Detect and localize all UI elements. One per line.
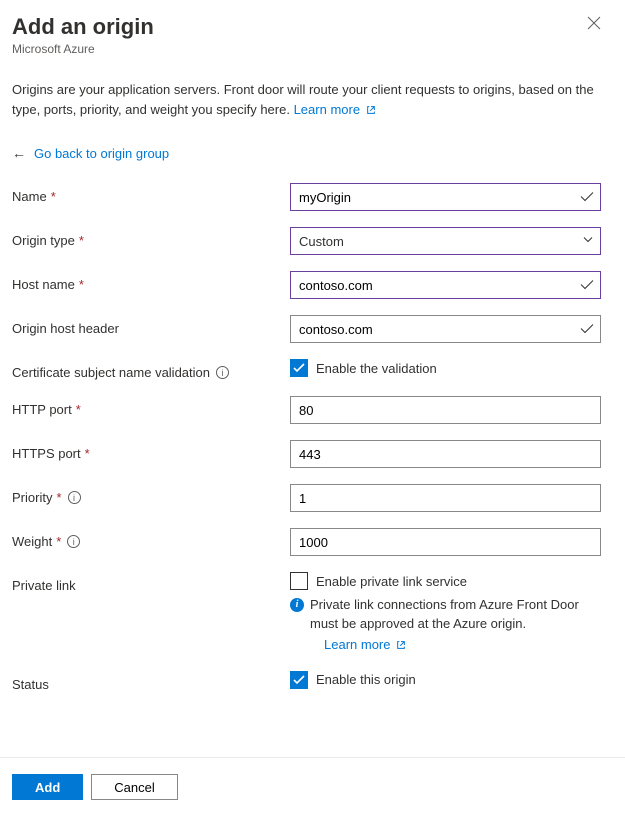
required-indicator: * <box>56 534 61 549</box>
status-checkbox[interactable] <box>290 671 308 689</box>
origin-host-header-input-field[interactable] <box>299 316 570 342</box>
cert-validation-checkbox-label: Enable the validation <box>316 361 437 376</box>
http-port-label: HTTP port <box>12 402 72 417</box>
info-icon[interactable]: i <box>68 491 81 504</box>
back-link[interactable]: ← Go back to origin group <box>12 145 601 161</box>
origin-type-value: Custom <box>299 234 344 249</box>
origin-host-header-label: Origin host header <box>12 321 119 336</box>
info-badge-icon: i <box>290 598 304 612</box>
panel-subtitle: Microsoft Azure <box>12 42 601 56</box>
footer: Add Cancel <box>0 757 625 816</box>
panel-title: Add an origin <box>12 14 154 40</box>
https-port-input-field[interactable] <box>299 441 570 467</box>
weight-label: Weight <box>12 534 52 549</box>
host-name-input-field[interactable] <box>299 272 570 298</box>
required-indicator: * <box>76 402 81 417</box>
status-label: Status <box>12 677 49 692</box>
learn-more-label: Learn more <box>324 637 390 652</box>
private-link-learn-more-link[interactable]: Learn more <box>324 637 406 652</box>
add-button[interactable]: Add <box>12 774 83 800</box>
close-icon <box>587 16 601 30</box>
back-link-label: Go back to origin group <box>34 146 169 161</box>
origin-host-header-input[interactable] <box>290 315 601 343</box>
info-icon[interactable]: i <box>216 366 229 379</box>
name-label: Name <box>12 189 47 204</box>
close-button[interactable] <box>587 14 601 37</box>
cert-validation-label: Certificate subject name validation <box>12 365 210 380</box>
private-link-checkbox-label: Enable private link service <box>316 574 467 589</box>
name-input[interactable] <box>290 183 601 211</box>
host-name-label: Host name <box>12 277 75 292</box>
required-indicator: * <box>79 277 84 292</box>
http-port-input-field[interactable] <box>299 397 570 423</box>
checkmark-icon <box>293 363 305 373</box>
cert-validation-checkbox[interactable] <box>290 359 308 377</box>
weight-input[interactable] <box>290 528 601 556</box>
https-port-input[interactable] <box>290 440 601 468</box>
priority-label: Priority <box>12 490 52 505</box>
required-indicator: * <box>79 233 84 248</box>
private-link-checkbox[interactable] <box>290 572 308 590</box>
priority-input[interactable] <box>290 484 601 512</box>
check-icon <box>580 324 594 334</box>
check-icon <box>580 280 594 290</box>
cancel-button[interactable]: Cancel <box>91 774 177 800</box>
external-link-icon <box>396 640 406 650</box>
required-indicator: * <box>56 490 61 505</box>
intro-text: Origins are your application servers. Fr… <box>12 80 601 119</box>
info-icon[interactable]: i <box>67 535 80 548</box>
private-link-label: Private link <box>12 578 76 593</box>
learn-more-label: Learn more <box>294 102 360 117</box>
origin-type-select[interactable]: Custom <box>290 227 601 255</box>
origin-type-label: Origin type <box>12 233 75 248</box>
private-link-info-body: Private link connections from Azure Fron… <box>310 597 579 631</box>
chevron-down-icon <box>582 234 594 246</box>
check-icon <box>580 192 594 202</box>
http-port-input[interactable] <box>290 396 601 424</box>
weight-input-field[interactable] <box>299 529 570 555</box>
required-indicator: * <box>51 189 56 204</box>
checkmark-icon <box>293 675 305 685</box>
status-checkbox-label: Enable this origin <box>316 672 416 687</box>
host-name-input[interactable] <box>290 271 601 299</box>
priority-input-field[interactable] <box>299 485 570 511</box>
name-input-field[interactable] <box>299 184 570 210</box>
private-link-info-text: Private link connections from Azure Fron… <box>310 596 601 655</box>
required-indicator: * <box>85 446 90 461</box>
intro-learn-more-link[interactable]: Learn more <box>294 102 376 117</box>
external-link-icon <box>366 105 376 115</box>
back-arrow-icon: ← <box>12 145 26 161</box>
https-port-label: HTTPS port <box>12 446 81 461</box>
